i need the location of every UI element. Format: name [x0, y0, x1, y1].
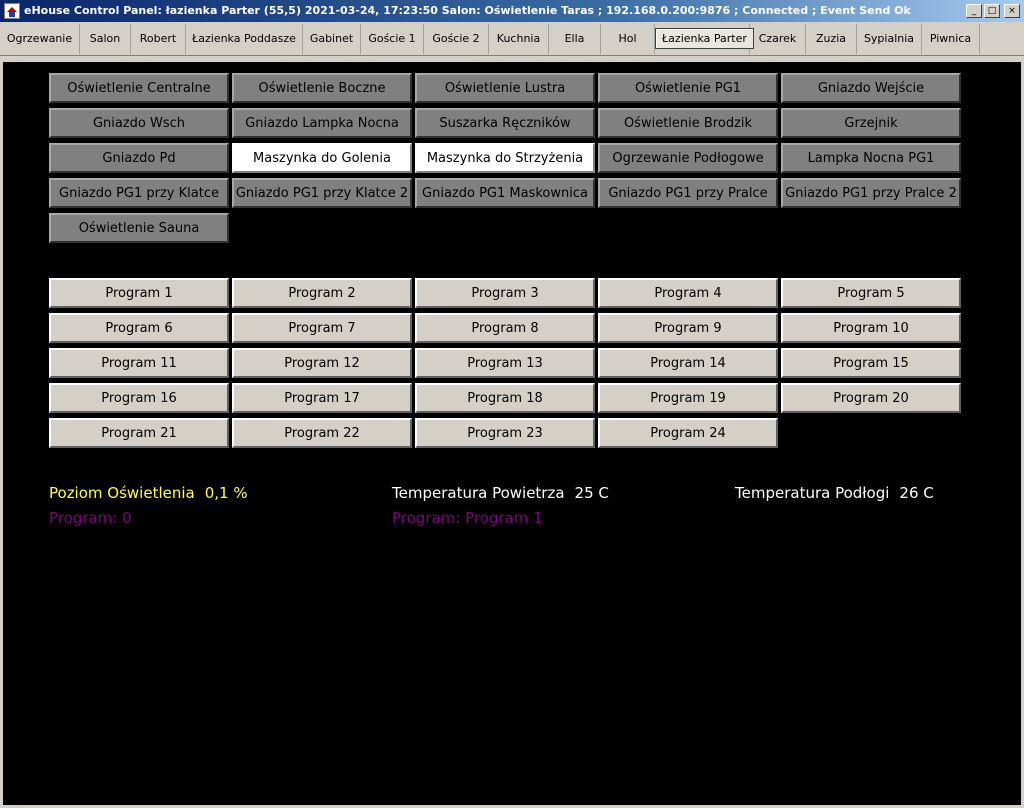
program-button[interactable]: Program 12: [232, 348, 412, 378]
ehouse-app-icon: [4, 3, 20, 19]
tab-label: Kuchnia: [496, 32, 541, 45]
minimize-button[interactable]: _: [966, 4, 982, 18]
window-controls: _ □ ×: [966, 4, 1020, 18]
tab-1[interactable]: Ogrzewanie: [0, 24, 80, 54]
program-button[interactable]: Program 2: [232, 278, 412, 308]
room-tabs: Ogrzewanie Salon Robert Łazienka Poddasze Ga…: [0, 24, 1024, 56]
device-button[interactable]: Suszarka Ręczników: [415, 108, 595, 138]
tab-5[interactable]: Gabinet: [303, 24, 361, 54]
tab-label: Łazienka Poddasze: [192, 32, 296, 45]
maximize-button[interactable]: □: [984, 4, 1000, 18]
device-button[interactable]: Gniazdo PG1 przy Klatce 2: [232, 178, 412, 208]
program-button[interactable]: Program 13: [415, 348, 595, 378]
program-button[interactable]: Program 21: [49, 418, 229, 448]
program-button[interactable]: Program 18: [415, 383, 595, 413]
device-button[interactable]: Gniazdo PG1 Maskownica: [415, 178, 595, 208]
program-button[interactable]: Program 16: [49, 383, 229, 413]
program-button[interactable]: Program 17: [232, 383, 412, 413]
air-temperature-readout: Temperatura Powietrza 25 C: [392, 484, 609, 502]
tab-7[interactable]: Goście 2: [424, 24, 489, 54]
tab-divider: [0, 55, 1024, 56]
device-button[interactable]: Gniazdo Lampka Nocna: [232, 108, 412, 138]
program-button[interactable]: Program 8: [415, 313, 595, 343]
tab-label: Salon: [89, 32, 121, 45]
program-button[interactable]: Program 22: [232, 418, 412, 448]
tab-13[interactable]: Zuzia: [806, 24, 857, 54]
floor-temperature-readout: Temperatura Podłogi 26 C: [735, 484, 934, 502]
tab-label: Łazienka Parter: [655, 28, 754, 49]
program-button[interactable]: Program 9: [598, 313, 778, 343]
program-button[interactable]: Program 4: [598, 278, 778, 308]
tab-label: Piwnica: [929, 32, 972, 45]
tab-4[interactable]: Łazienka Poddasze: [186, 24, 303, 54]
tab-label: Zuzia: [815, 32, 847, 45]
tab-label: Hol: [618, 32, 637, 45]
tab-label: Ogrzewanie: [6, 32, 73, 45]
program-button[interactable]: Program 1: [49, 278, 229, 308]
title-bar: eHouse Control Panel: łazienka Parter (5…: [0, 0, 1024, 22]
device-button[interactable]: Grzejnik: [781, 108, 961, 138]
tab-8[interactable]: Kuchnia: [489, 24, 549, 54]
tab-label: Ella: [564, 32, 585, 45]
tab-label: Goście 2: [432, 32, 480, 45]
light-level-label: Poziom Oświetlenia: [49, 484, 195, 502]
control-panel-area: Oświetlenie Centralne Oświetlenie Boczne O…: [3, 62, 1021, 805]
floor-temperature-label: Temperatura Podłogi: [735, 484, 890, 502]
device-button[interactable]: Ogrzewanie Podłogowe: [598, 143, 778, 173]
tab-label: Sypialnia: [863, 32, 915, 45]
program-button[interactable]: Program 23: [415, 418, 595, 448]
light-level-value: 0,1 %: [204, 484, 248, 502]
tab-3[interactable]: Robert: [131, 24, 186, 54]
device-button[interactable]: Gniazdo Wejście: [781, 73, 961, 103]
device-button[interactable]: Gniazdo Wsch: [49, 108, 229, 138]
close-button[interactable]: ×: [1004, 4, 1020, 18]
device-button[interactable]: Gniazdo PG1 przy Pralce 2: [781, 178, 961, 208]
device-button[interactable]: Oświetlenie Lustra: [415, 73, 595, 103]
device-button[interactable]: Oświetlenie Sauna: [49, 213, 229, 243]
tab-label: Gabinet: [309, 32, 354, 45]
tab-label: Robert: [139, 32, 177, 45]
tab-12[interactable]: Czarek: [750, 24, 806, 54]
program-button[interactable]: Program 3: [415, 278, 595, 308]
program-button[interactable]: Program 14: [598, 348, 778, 378]
tab-10[interactable]: Hol: [601, 24, 655, 54]
tab-2[interactable]: Salon: [80, 24, 131, 54]
device-button[interactable]: Oświetlenie Brodzik: [598, 108, 778, 138]
program-button[interactable]: Program 6: [49, 313, 229, 343]
tab-14[interactable]: Sypialnia: [857, 24, 922, 54]
tab-label: Goście 1: [368, 32, 416, 45]
tab-6[interactable]: Goście 1: [361, 24, 424, 54]
device-button[interactable]: Oświetlenie Boczne: [232, 73, 412, 103]
device-button[interactable]: Oświetlenie PG1: [598, 73, 778, 103]
program-button[interactable]: Program 20: [781, 383, 961, 413]
device-button[interactable]: Gniazdo PG1 przy Klatce: [49, 178, 229, 208]
program-status-left: Program: 0: [49, 509, 132, 527]
tab-11[interactable]: Łazienka Parter: [655, 24, 754, 54]
window-title: eHouse Control Panel: łazienka Parter (5…: [24, 4, 911, 17]
program-button[interactable]: Program 24: [598, 418, 778, 448]
floor-temperature-value: 26 C: [899, 484, 934, 502]
device-button[interactable]: Maszynka do Golenia: [232, 143, 412, 173]
program-button[interactable]: Program 19: [598, 383, 778, 413]
program-button[interactable]: Program 15: [781, 348, 961, 378]
device-button[interactable]: Gniazdo Pd: [49, 143, 229, 173]
device-button[interactable]: Oświetlenie Centralne: [49, 73, 229, 103]
program-button[interactable]: Program 10: [781, 313, 961, 343]
light-level-readout: Poziom Oświetlenia 0,1 %: [49, 484, 248, 502]
program-button[interactable]: Program 5: [781, 278, 961, 308]
program-button[interactable]: Program 7: [232, 313, 412, 343]
device-button[interactable]: Lampka Nocna PG1: [781, 143, 961, 173]
air-temperature-value: 25 C: [574, 484, 609, 502]
tab-label: Czarek: [758, 32, 797, 45]
device-button[interactable]: Maszynka do Strzyżenia: [415, 143, 595, 173]
air-temperature-label: Temperatura Powietrza: [392, 484, 565, 502]
program-button[interactable]: Program 11: [49, 348, 229, 378]
tab-15[interactable]: Piwnica: [922, 24, 980, 54]
device-button[interactable]: Gniazdo PG1 przy Pralce: [598, 178, 778, 208]
program-status-current: Program: Program 1: [392, 509, 543, 527]
tab-9[interactable]: Ella: [549, 24, 601, 54]
